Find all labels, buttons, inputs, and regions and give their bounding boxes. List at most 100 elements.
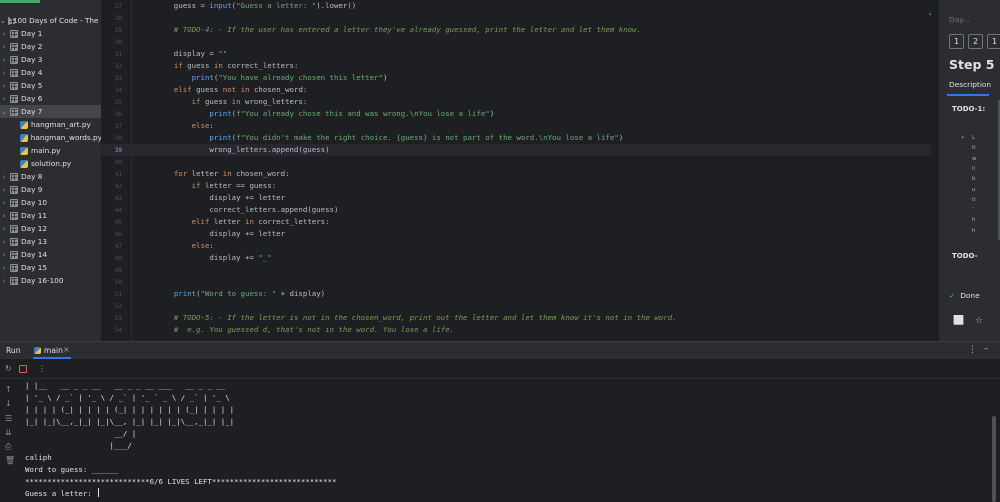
step-button-3[interactable]: 1 bbox=[987, 34, 1000, 49]
code-line[interactable]: 27 guess = input("Guess a letter: ").low… bbox=[102, 0, 938, 12]
chevron-down-icon[interactable]: ⌄ bbox=[0, 108, 8, 116]
tree-folder[interactable]: › Day 14 bbox=[0, 248, 101, 261]
input-caret[interactable] bbox=[98, 488, 100, 497]
tree-folder[interactable]: › Day 2 bbox=[0, 40, 101, 53]
code-line[interactable]: 33 print("You have already chosen this l… bbox=[102, 72, 938, 84]
folder-icon bbox=[10, 81, 18, 90]
chevron-right-icon[interactable]: › bbox=[0, 30, 8, 38]
tree-folder[interactable]: › Day 16-100 bbox=[0, 274, 101, 287]
chevron-right-icon[interactable]: › bbox=[0, 56, 8, 64]
line-number: 28 bbox=[114, 15, 122, 22]
code-line[interactable]: 54 # e.g. You guessed d, that's not in t… bbox=[102, 324, 938, 336]
code-line[interactable]: 34 elif guess not in chosen_word: bbox=[102, 84, 938, 96]
code-line[interactable]: 48 display += "_" bbox=[102, 252, 938, 264]
tree-folder[interactable]: › Day 6 bbox=[0, 92, 101, 105]
code-line[interactable]: 44 correct_letters.append(guess) bbox=[102, 204, 938, 216]
scroll-to-end-icon[interactable]: ⇊ bbox=[5, 428, 12, 437]
code-line[interactable]: 40 bbox=[102, 156, 938, 168]
chevron-right-icon[interactable]: › bbox=[0, 225, 8, 233]
tree-folder[interactable]: › Day 1 bbox=[0, 27, 101, 40]
code-line[interactable]: 32 if guess in correct_letters: bbox=[102, 60, 938, 72]
chevron-right-icon[interactable]: › bbox=[0, 173, 8, 181]
code-line[interactable]: 49 bbox=[102, 264, 938, 276]
tree-file[interactable]: main.py bbox=[0, 144, 101, 157]
code-editor[interactable]: 27 guess = input("Guess a letter: ").low… bbox=[102, 0, 938, 341]
code-line[interactable]: 45 elif letter in correct_letters: bbox=[102, 216, 938, 228]
code-text: display += letter bbox=[156, 229, 286, 238]
tree-file[interactable]: hangman_words.py bbox=[0, 131, 101, 144]
tree-folder[interactable]: › Day 9 bbox=[0, 183, 101, 196]
tree-folder[interactable]: › Day 15 bbox=[0, 261, 101, 274]
code-line[interactable]: 42 if letter == guess: bbox=[102, 180, 938, 192]
tree-folder[interactable]: › Day 11 bbox=[0, 209, 101, 222]
code-line[interactable]: 28 bbox=[102, 12, 938, 24]
code-line[interactable]: 41 for letter in chosen_word: bbox=[102, 168, 938, 180]
tab-description[interactable]: Description bbox=[949, 80, 991, 89]
tree-root[interactable]: ⌄ 100 Days of Code - The Co bbox=[0, 14, 101, 27]
tree-folder-label: Day 2 bbox=[21, 42, 43, 51]
comment-icon[interactable]: ⬜ bbox=[953, 316, 964, 326]
editor-scrollbar[interactable] bbox=[931, 0, 938, 341]
close-icon[interactable]: × bbox=[63, 345, 70, 354]
folder-icon bbox=[10, 198, 18, 207]
code-line[interactable]: 39 wrong_letters.append(guess) bbox=[102, 144, 938, 156]
code-line[interactable]: 29 # TODO-4: - If the user has entered a… bbox=[102, 24, 938, 36]
step-title: Step 5 bbox=[949, 57, 995, 72]
rerun-icon[interactable]: ↻ bbox=[5, 364, 12, 373]
chevron-right-icon[interactable]: › bbox=[0, 82, 8, 90]
console-scrollbar[interactable] bbox=[992, 416, 996, 502]
step-button-1[interactable]: 1 bbox=[949, 34, 964, 49]
chevron-right-icon[interactable]: › bbox=[0, 212, 8, 220]
trash-icon[interactable]: 🗑 bbox=[5, 456, 15, 465]
tree-file[interactable]: hangman_art.py bbox=[0, 118, 101, 131]
code-line[interactable]: 35 if guess in wrong_letters: bbox=[102, 96, 938, 108]
code-line[interactable]: 36 print(f"You already chose this and wa… bbox=[102, 108, 938, 120]
code-line[interactable]: 37 else: bbox=[102, 120, 938, 132]
tree-folder[interactable]: › Day 12 bbox=[0, 222, 101, 235]
more-options-icon[interactable]: ⋮ bbox=[968, 345, 977, 355]
code-line[interactable]: 50 bbox=[102, 276, 938, 288]
tree-folder[interactable]: ⌄ Day 7 bbox=[0, 105, 101, 118]
line-number: 32 bbox=[114, 63, 122, 70]
chevron-right-icon[interactable]: › bbox=[0, 186, 8, 194]
console-output[interactable]: | |__ __ _ _ __ __ _ _ __ ___ __ _ _ __ |… bbox=[25, 380, 336, 500]
code-line[interactable]: 52 bbox=[102, 300, 938, 312]
chevron-right-icon[interactable]: › bbox=[0, 69, 8, 77]
code-line[interactable]: 51 print("Word to guess: " + display) bbox=[102, 288, 938, 300]
scroll-down-icon[interactable]: ↓ bbox=[5, 399, 12, 408]
tree-folder[interactable]: › Day 8 bbox=[0, 170, 101, 183]
chevron-right-icon[interactable]: › bbox=[0, 199, 8, 207]
code-line[interactable]: 53 # TODO-5: - If the letter is not in t… bbox=[102, 312, 938, 324]
step-button-2[interactable]: 2 bbox=[968, 34, 983, 49]
chevron-right-icon[interactable]: › bbox=[0, 43, 8, 51]
chevron-right-icon[interactable]: › bbox=[0, 264, 8, 272]
code-line[interactable]: 30 bbox=[102, 36, 938, 48]
run-tab-main[interactable]: main × bbox=[33, 342, 71, 359]
soft-wrap-icon[interactable]: ☰ bbox=[5, 414, 12, 423]
chevron-down-icon[interactable]: ⌄ bbox=[0, 17, 6, 25]
code-line[interactable]: 46 display += letter bbox=[102, 228, 938, 240]
tree-folder[interactable]: › Day 10 bbox=[0, 196, 101, 209]
tree-folder[interactable]: › Day 5 bbox=[0, 79, 101, 92]
tree-folder[interactable]: › Day 13 bbox=[0, 235, 101, 248]
tree-folder-label: Day 14 bbox=[21, 250, 48, 259]
star-icon[interactable]: ☆ bbox=[975, 316, 983, 326]
print-icon[interactable]: ⎙ bbox=[5, 442, 11, 452]
code-line[interactable]: 38 print(f"You didn't make the right cho… bbox=[102, 132, 938, 144]
more-options-icon[interactable]: ⋮ bbox=[38, 364, 46, 373]
code-line[interactable]: 31 display = "" bbox=[102, 48, 938, 60]
chevron-right-icon[interactable]: › bbox=[0, 251, 8, 259]
tree-folder[interactable]: › Day 3 bbox=[0, 53, 101, 66]
code-line[interactable]: 47 else: bbox=[102, 240, 938, 252]
tree-folder[interactable]: › Day 4 bbox=[0, 66, 101, 79]
chevron-right-icon[interactable]: › bbox=[0, 238, 8, 246]
scroll-up-icon[interactable]: ↑ bbox=[5, 385, 12, 394]
chevron-right-icon[interactable]: › bbox=[0, 95, 8, 103]
stop-icon[interactable] bbox=[19, 365, 27, 373]
code-text: # TODO-4: - If the user has entered a le… bbox=[173, 25, 642, 34]
tree-folder-label: Day 4 bbox=[21, 68, 43, 77]
tree-file[interactable]: solution.py bbox=[0, 157, 101, 170]
minimize-icon[interactable]: – bbox=[984, 344, 989, 354]
chevron-right-icon[interactable]: › bbox=[0, 277, 8, 285]
code-line[interactable]: 43 display += letter bbox=[102, 192, 938, 204]
